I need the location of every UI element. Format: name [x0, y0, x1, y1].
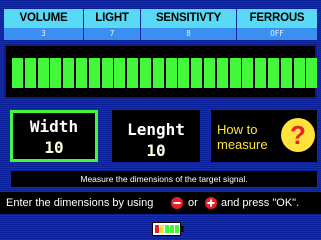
signal-strength-meter — [4, 44, 318, 99]
signal-bar — [140, 58, 151, 88]
setting-volume-value: 3 — [4, 28, 83, 40]
signal-bar — [88, 58, 100, 88]
setting-ferrous-label: FERROUS — [237, 9, 317, 28]
setting-sensitivity-label: SENSITIVTY — [141, 9, 236, 28]
setting-light[interactable]: LIGHT 7 — [84, 9, 140, 40]
signal-bar — [24, 58, 36, 88]
width-field[interactable]: Width 10 — [10, 110, 98, 162]
signal-bar — [178, 58, 190, 88]
how-to-measure-line1: How to — [217, 122, 258, 137]
signal-bar — [37, 58, 49, 88]
how-to-measure-button[interactable]: How to measure ? — [211, 110, 317, 162]
signal-bar — [191, 58, 203, 88]
setting-sensitivity-value: 8 — [141, 28, 236, 40]
signal-bar — [216, 58, 228, 88]
setting-volume[interactable]: VOLUME 3 — [4, 9, 83, 40]
signal-bar — [165, 58, 177, 88]
detector-screen: VOLUME 3 LIGHT 7 SENSITIVTY 8 FERROUS OF… — [0, 0, 321, 240]
width-label: Width — [29, 117, 79, 136]
signal-bar — [76, 58, 87, 88]
signal-bars — [12, 58, 318, 88]
signal-bar — [280, 58, 292, 88]
svg-text:?: ? — [290, 120, 306, 150]
question-mark-icon: ? — [281, 118, 315, 152]
signal-bar — [63, 58, 75, 88]
length-value: 10 — [146, 141, 166, 160]
signal-bar — [242, 58, 254, 88]
setting-light-label: LIGHT — [84, 9, 140, 28]
signal-bar — [50, 58, 62, 88]
setting-ferrous-value: OFF — [237, 28, 317, 40]
minus-icon — [171, 197, 183, 209]
signal-bar — [268, 58, 279, 88]
signal-bar — [255, 58, 267, 88]
instruction-text-3: and press "OK". — [221, 197, 300, 209]
signal-bar — [204, 58, 215, 88]
settings-table: VOLUME 3 LIGHT 7 SENSITIVTY 8 FERROUS OF… — [4, 9, 317, 40]
instruction-text-1: Enter the dimensions by using — [6, 197, 154, 209]
signal-bar — [229, 58, 241, 88]
instruction-bar: Enter the dimensions by using or and pre… — [0, 192, 321, 214]
signal-bar — [306, 58, 318, 88]
signal-bar — [12, 58, 23, 88]
signal-bar — [114, 58, 126, 88]
length-field[interactable]: Lenght 10 — [112, 110, 200, 162]
setting-ferrous[interactable]: FERROUS OFF — [237, 9, 317, 40]
how-to-measure-label: How to measure — [217, 122, 279, 152]
battery-icon — [152, 222, 184, 236]
instruction-text-2: or — [188, 197, 198, 209]
signal-bar — [127, 58, 139, 88]
setting-volume-label: VOLUME — [4, 9, 83, 28]
signal-bar — [101, 58, 113, 88]
width-value: 10 — [44, 138, 64, 157]
how-to-measure-line2: measure — [217, 137, 268, 152]
signal-bar — [152, 58, 164, 88]
signal-bar — [293, 58, 305, 88]
plus-icon — [205, 197, 217, 209]
length-label: Lenght — [127, 120, 185, 139]
setting-light-value: 7 — [84, 28, 140, 40]
setting-sensitivity[interactable]: SENSITIVTY 8 — [141, 9, 236, 40]
info-message: Measure the dimensions of the target sig… — [11, 171, 317, 187]
